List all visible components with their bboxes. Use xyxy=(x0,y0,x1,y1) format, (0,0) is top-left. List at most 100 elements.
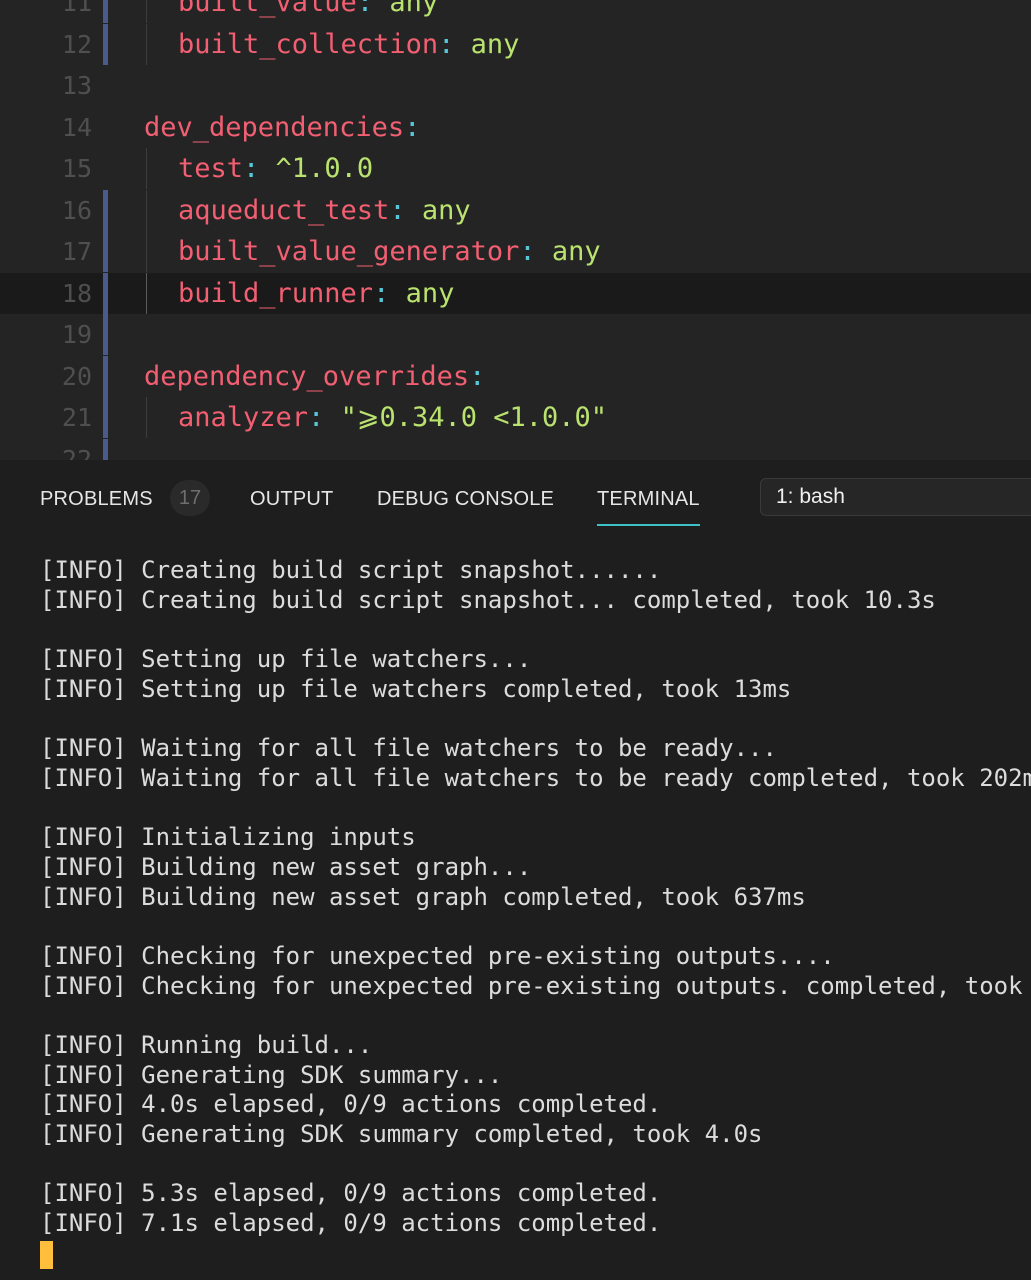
terminal-line: [INFO] 7.1s elapsed, 0/9 actions complet… xyxy=(40,1209,662,1238)
yaml-value: any xyxy=(535,236,601,267)
code-text: built_value_generator: any xyxy=(178,231,601,272)
tab-output[interactable]: OUTPUT xyxy=(250,482,333,518)
yaml-key: built_value xyxy=(178,0,357,18)
yaml-key: build_runner xyxy=(178,277,374,309)
terminal-line: [INFO] Initializing inputs xyxy=(40,823,416,852)
terminal-line: [INFO] Running build... xyxy=(40,1031,373,1059)
yaml-key: dependency_overrides xyxy=(144,360,470,392)
yaml-separator: : xyxy=(243,153,260,184)
problems-count-badge: 17 xyxy=(170,480,210,516)
indent-guide xyxy=(146,189,147,231)
yaml-value: any xyxy=(405,194,471,226)
line-number: 11 xyxy=(61,0,92,17)
terminal-selector-dropdown[interactable]: 1: bash xyxy=(760,478,1031,516)
yaml-value: any xyxy=(389,277,455,309)
yaml-separator: : xyxy=(404,111,421,143)
yaml-separator: : xyxy=(356,0,374,18)
terminal-line: [INFO] Setting up file watchers... xyxy=(40,645,532,674)
line-number: 21 xyxy=(61,403,92,432)
line-number: 18 xyxy=(61,278,92,308)
git-change-marker[interactable] xyxy=(103,272,108,314)
code-text: test: ^1.0.0 xyxy=(178,148,373,189)
code-text: analyzer: "⩾0.34.0 <1.0.0" xyxy=(178,397,607,438)
yaml-value: any xyxy=(454,28,520,60)
indent-guide xyxy=(146,397,147,438)
code-text: build_runner: any xyxy=(178,273,454,314)
git-change-marker[interactable] xyxy=(103,0,108,23)
git-change-marker[interactable] xyxy=(103,189,108,231)
indent-guide xyxy=(146,0,147,23)
terminal-line: [INFO] Creating build script snapshot...… xyxy=(40,556,662,584)
code-line[interactable]: 20 dependency_overrides: xyxy=(0,355,1031,397)
yaml-separator: : xyxy=(373,277,390,309)
yaml-separator: : xyxy=(389,194,406,226)
terminal-line: [INFO] Building new asset graph complete… xyxy=(40,882,806,911)
terminal-line: [INFO] Creating build script snapshot...… xyxy=(40,585,936,614)
terminal-line: [INFO] Generating SDK summary completed,… xyxy=(40,1120,763,1149)
line-number: 12 xyxy=(61,29,92,59)
tab-terminal[interactable]: TERMINAL xyxy=(597,482,700,526)
line-number: 15 xyxy=(61,154,92,183)
terminal-output[interactable]: [INFO] Creating build script snapshot...… xyxy=(40,556,1031,1239)
code-line[interactable]: 22 xyxy=(0,438,1031,461)
git-change-marker[interactable] xyxy=(103,397,108,438)
line-number: 16 xyxy=(61,195,92,225)
git-change-marker[interactable] xyxy=(103,355,108,397)
yaml-separator: : xyxy=(519,236,536,267)
indent-guide xyxy=(146,272,147,314)
yaml-key: built_value_generator xyxy=(178,236,520,267)
tab-problems[interactable]: PROBLEMS xyxy=(40,482,153,518)
terminal-line: [INFO] Generating SDK summary... xyxy=(40,1060,503,1089)
yaml-separator: : xyxy=(308,402,325,433)
code-line[interactable]: 18 build_runner: any xyxy=(0,272,1031,314)
line-number: 14 xyxy=(61,112,92,142)
git-change-marker[interactable] xyxy=(103,438,108,460)
code-line[interactable]: 16 aqueduct_test: any xyxy=(0,189,1031,231)
code-line[interactable]: 17 built_value_generator: any xyxy=(0,231,1031,272)
yaml-value: "⩾0.34.0 <1.0.0" xyxy=(324,402,608,433)
code-editor[interactable]: 11 built_value: any 12 built_collection: an… xyxy=(0,0,1031,460)
code-line[interactable]: 14 dev_dependencies: xyxy=(0,107,1031,148)
yaml-separator: : xyxy=(469,360,486,392)
code-text: dev_dependencies: xyxy=(144,107,420,148)
git-change-marker[interactable] xyxy=(103,314,108,355)
terminal-line: [INFO] Checking for unexpected pre-exist… xyxy=(40,941,835,970)
terminal-line: [INFO] Building new asset graph... xyxy=(40,852,532,881)
code-line[interactable]: 15 test: ^1.0.0 xyxy=(0,148,1031,189)
yaml-key: dev_dependencies xyxy=(144,111,405,143)
code-line[interactable]: 12 built_collection: any xyxy=(0,23,1031,65)
yaml-key: test xyxy=(178,153,244,184)
indent-guide xyxy=(146,23,147,65)
indent-guide xyxy=(146,148,147,189)
terminal-line: [INFO] 4.0s elapsed, 0/9 actions complet… xyxy=(40,1090,662,1119)
code-line[interactable]: 13 xyxy=(0,65,1031,106)
git-change-marker[interactable] xyxy=(103,23,108,65)
terminal-cursor xyxy=(40,1241,53,1269)
line-number: 17 xyxy=(61,237,92,266)
line-number: 13 xyxy=(61,71,92,100)
code-text: dependency_overrides: xyxy=(144,356,485,397)
terminal-line: [INFO] 5.3s elapsed, 0/9 actions complet… xyxy=(40,1179,662,1208)
code-line[interactable]: 21 analyzer: "⩾0.34.0 <1.0.0" xyxy=(0,397,1031,438)
terminal-line: [INFO] Waiting for all file watchers to … xyxy=(40,763,1031,792)
tab-debug-console[interactable]: DEBUG CONSOLE xyxy=(377,482,554,518)
git-change-marker[interactable] xyxy=(103,231,108,272)
terminal-line: [INFO] Setting up file watchers complete… xyxy=(40,674,792,703)
line-number: 20 xyxy=(61,361,92,391)
code-line[interactable]: 19 xyxy=(0,314,1031,355)
code-text: built_value: any xyxy=(178,0,438,23)
code-line[interactable]: 11 built_value: any xyxy=(0,0,1031,23)
code-text: aqueduct_test: any xyxy=(178,190,471,231)
yaml-value: any xyxy=(373,0,439,18)
yaml-key: aqueduct_test xyxy=(178,194,390,226)
indent-guide xyxy=(146,231,147,272)
line-number: 22 xyxy=(61,444,92,461)
yaml-value: ^1.0.0 xyxy=(259,153,374,184)
line-number: 19 xyxy=(61,320,92,349)
terminal-line: [INFO] Waiting for all file watchers to … xyxy=(40,734,777,763)
